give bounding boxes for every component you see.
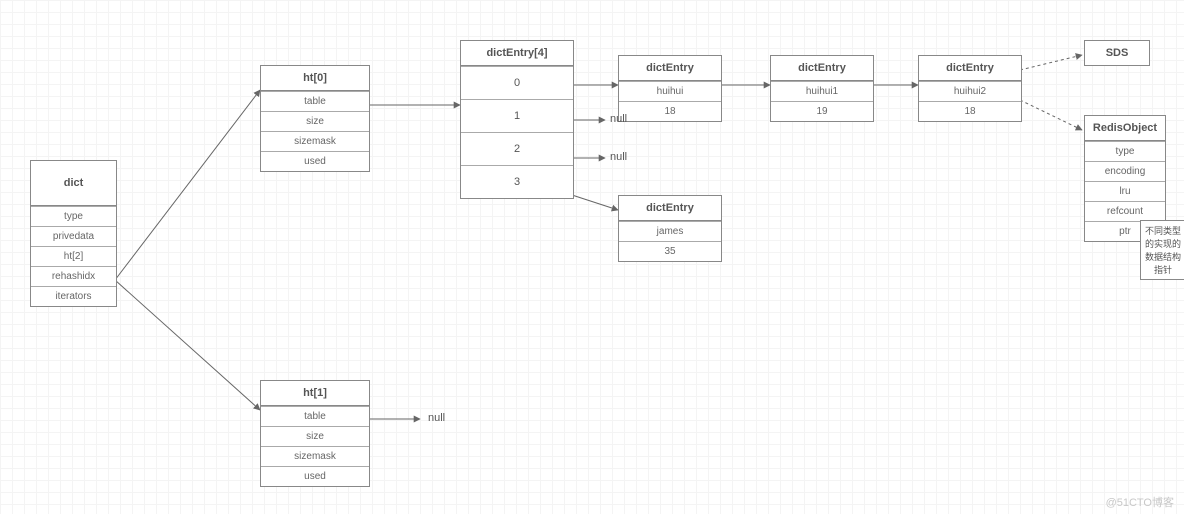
bucket-slot-0: 0 (461, 66, 573, 99)
ht0-box: ht[0] table size sizemask used (260, 65, 370, 172)
entry3-title: dictEntry (619, 196, 721, 221)
entry0-box: dictEntry huihui 18 (618, 55, 722, 122)
watermark: @51CTO博客 (1106, 494, 1174, 510)
robj-field-lru: lru (1085, 181, 1165, 201)
note-line2: 数据结构指针 (1145, 252, 1181, 275)
entry0-key: huihui (619, 81, 721, 101)
sds-title: SDS (1085, 41, 1149, 65)
entry3-val: 35 (619, 241, 721, 261)
dict-field-rehashidx: rehashidx (31, 266, 116, 286)
entry3-key: james (619, 221, 721, 241)
ht1-field-table: table (261, 406, 369, 426)
bucket-slot-1: 1 (461, 99, 573, 132)
ht1-field-sizemask: sizemask (261, 446, 369, 466)
robj-title: RedisObject (1085, 116, 1165, 141)
entry0c-key: huihui2 (919, 81, 1021, 101)
robj-field-refcount: refcount (1085, 201, 1165, 221)
entry0c-box: dictEntry huihui2 18 (918, 55, 1022, 122)
note-box: 不同类型的实现的 数据结构指针 (1140, 220, 1184, 280)
bucket-title: dictEntry[4] (461, 41, 573, 66)
entry0-val: 18 (619, 101, 721, 121)
ht1-field-size: size (261, 426, 369, 446)
dict-field-iterators: iterators (31, 286, 116, 306)
entry3-box: dictEntry james 35 (618, 195, 722, 262)
note-line1: 不同类型的实现的 (1145, 226, 1181, 249)
entry0c-title: dictEntry (919, 56, 1021, 81)
bucket-box: dictEntry[4] 0 1 2 3 (460, 40, 574, 199)
bucket-slot-3: 3 (461, 165, 573, 198)
bucket-slot-2: 2 (461, 132, 573, 165)
edge-dict-ht0 (115, 90, 260, 280)
dict-title: dict (31, 161, 116, 206)
entry0-title: dictEntry (619, 56, 721, 81)
edge-dict-ht1 (115, 280, 260, 410)
edge-e0c-sds (1020, 55, 1082, 70)
ht1-box: ht[1] table size sizemask used (260, 380, 370, 487)
robj-field-type: type (1085, 141, 1165, 161)
edge-e0c-robj (1020, 100, 1082, 130)
robj-field-encoding: encoding (1085, 161, 1165, 181)
ht0-title: ht[0] (261, 66, 369, 91)
dict-box: dict type privedata ht[2] rehashidx iter… (30, 160, 117, 307)
ht0-field-table: table (261, 91, 369, 111)
edge-b3-e3 (572, 195, 618, 210)
dict-field-ht2: ht[2] (31, 246, 116, 266)
ht1-field-used: used (261, 466, 369, 486)
sds-box: SDS (1084, 40, 1150, 66)
ht0-field-size: size (261, 111, 369, 131)
null-label-b2: null (610, 151, 627, 163)
entry0b-title: dictEntry (771, 56, 873, 81)
entry0b-key: huihui1 (771, 81, 873, 101)
null-label-b1: null (610, 113, 627, 125)
ht0-field-sizemask: sizemask (261, 131, 369, 151)
entry0c-val: 18 (919, 101, 1021, 121)
dict-field-privedata: privedata (31, 226, 116, 246)
ht0-field-used: used (261, 151, 369, 171)
ht1-title: ht[1] (261, 381, 369, 406)
null-label-ht1: null (428, 412, 445, 424)
entry0b-box: dictEntry huihui1 19 (770, 55, 874, 122)
dict-field-type: type (31, 206, 116, 226)
entry0b-val: 19 (771, 101, 873, 121)
